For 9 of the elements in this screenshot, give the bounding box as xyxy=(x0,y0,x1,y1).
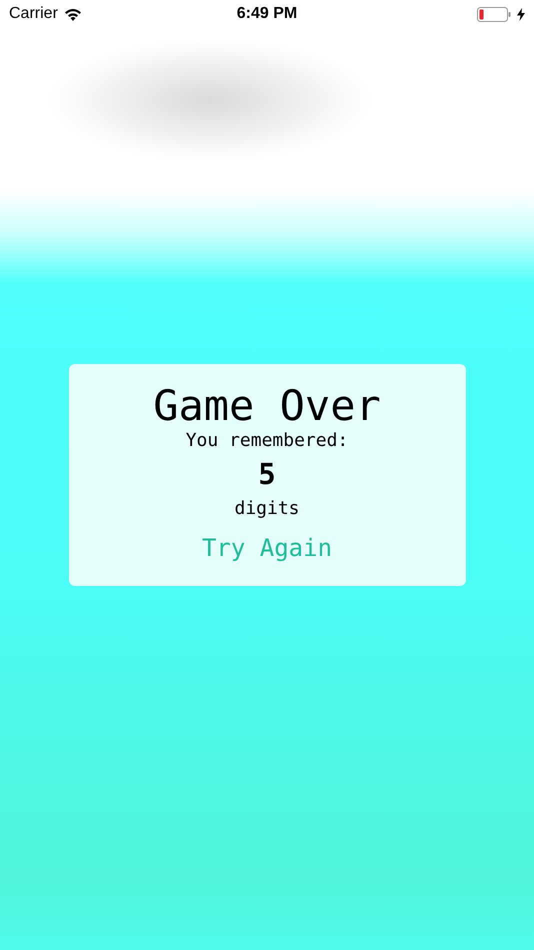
remembered-label: You remembered: xyxy=(186,430,348,452)
battery-icon xyxy=(477,6,511,22)
carrier-label: Carrier xyxy=(9,5,58,23)
score-value: 5 xyxy=(258,456,276,492)
clock-time: 6:49 PM xyxy=(236,5,298,23)
wifi-icon xyxy=(64,8,82,20)
try-again-button[interactable]: Try Again xyxy=(198,532,336,564)
unit-label: digits xyxy=(234,498,300,520)
game-over-title: Game Over xyxy=(153,382,381,430)
